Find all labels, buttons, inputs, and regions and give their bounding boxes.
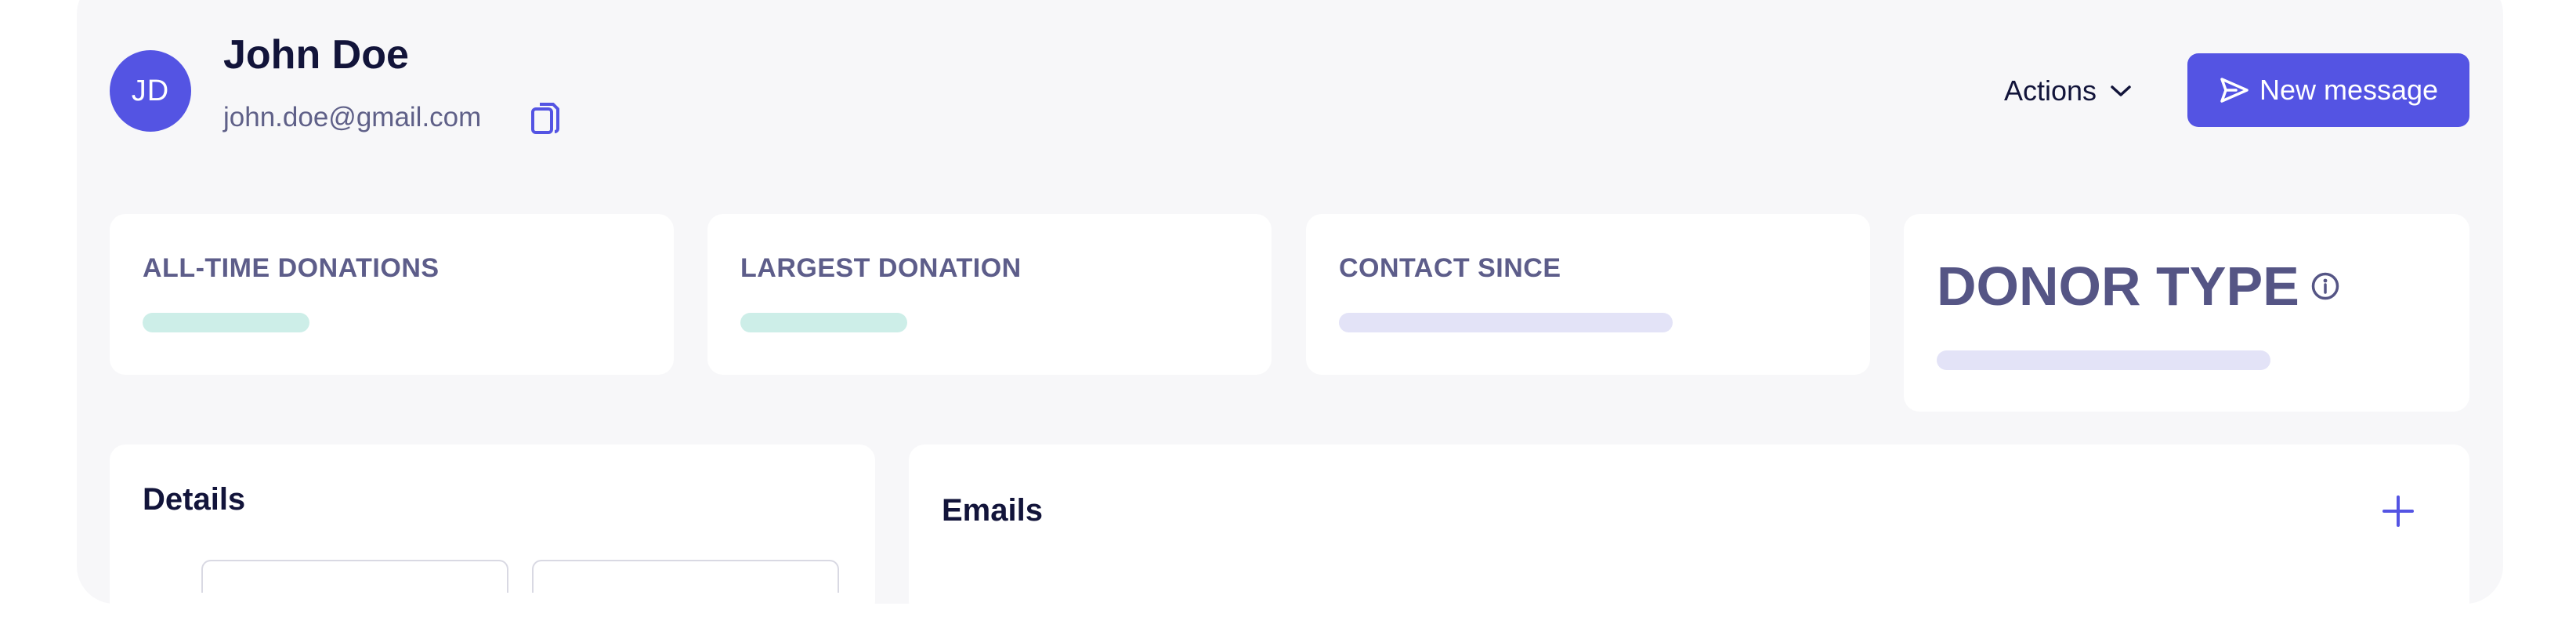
details-card: Details <box>110 445 875 617</box>
emails-title: Emails <box>942 493 1043 528</box>
details-title: Details <box>143 482 246 517</box>
contact-email: john.doe@gmail.com <box>223 102 482 132</box>
stat-label: DONOR TYPE <box>1937 256 2299 317</box>
actions-label: Actions <box>2004 74 2097 107</box>
contact-name: John Doe <box>223 32 409 78</box>
stat-card-largest-donation: LARGEST DONATION <box>707 214 1272 375</box>
avatar: JD <box>110 50 191 132</box>
new-message-label: New message <box>2259 74 2439 106</box>
copy-icon[interactable] <box>528 100 563 140</box>
stat-label: ALL-TIME DONATIONS <box>143 253 440 283</box>
loading-placeholder <box>143 313 309 332</box>
stat-card-contact-since: CONTACT SINCE <box>1306 214 1870 375</box>
plus-icon[interactable] <box>2380 493 2416 529</box>
loading-placeholder <box>740 313 907 332</box>
info-icon[interactable] <box>2310 271 2340 301</box>
actions-dropdown[interactable]: Actions <box>2004 71 2133 111</box>
avatar-initials: JD <box>131 74 170 107</box>
send-icon <box>2220 78 2249 103</box>
loading-placeholder <box>1339 313 1673 332</box>
details-field[interactable] <box>532 560 839 593</box>
details-field[interactable] <box>201 560 508 593</box>
stat-card-all-time-donations: ALL-TIME DONATIONS <box>110 214 674 375</box>
emails-card: Emails <box>909 445 2469 617</box>
chevron-down-icon <box>2111 85 2131 96</box>
donor-type-heading: DONOR TYPE <box>1937 255 2340 318</box>
loading-placeholder <box>1937 350 2270 370</box>
stat-card-donor-type: DONOR TYPE <box>1904 214 2469 412</box>
stat-label: CONTACT SINCE <box>1339 253 1561 283</box>
new-message-button[interactable]: New message <box>2187 53 2469 127</box>
stat-label: LARGEST DONATION <box>740 253 1022 283</box>
